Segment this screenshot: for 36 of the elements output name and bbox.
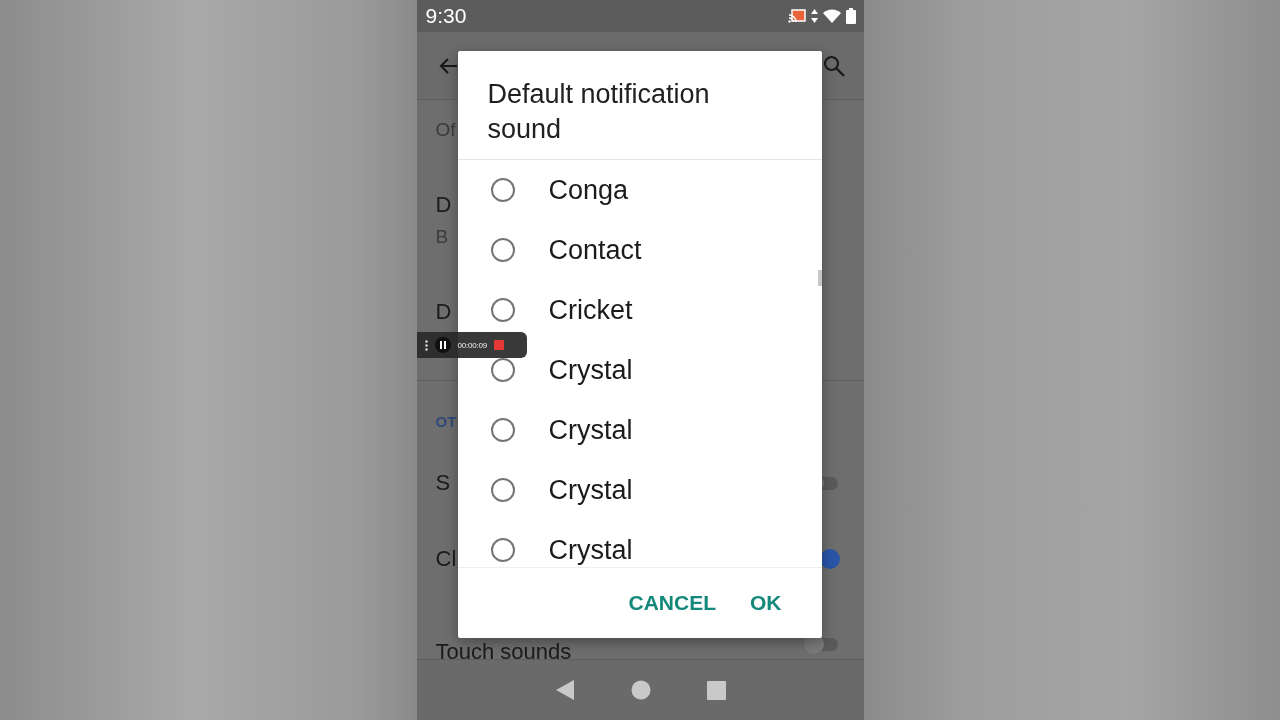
radio-button[interactable]	[490, 178, 515, 202]
battery-icon	[845, 8, 856, 24]
more-dots-icon[interactable]	[424, 339, 428, 351]
radio-button[interactable]	[490, 238, 515, 262]
home-circle-icon[interactable]	[630, 680, 651, 700]
radio-button[interactable]	[490, 298, 515, 322]
wifi-icon	[822, 9, 841, 23]
scrollbar[interactable]	[817, 270, 822, 286]
stop-icon[interactable]	[494, 340, 505, 350]
setting-title: D	[435, 192, 452, 218]
back-triangle-icon[interactable]	[554, 679, 575, 701]
radio-button[interactable]	[490, 478, 515, 502]
option-label[interactable]: Crystal	[548, 354, 633, 386]
pause-icon[interactable]	[434, 337, 451, 353]
option-label[interactable]: Cricket	[548, 294, 633, 326]
search-icon[interactable]	[821, 53, 846, 78]
recording-timer: 00:00:09	[457, 340, 488, 350]
cast-icon	[787, 8, 806, 24]
dialog-title: Default notification sound	[457, 51, 822, 160]
setting-title: D	[435, 299, 452, 325]
cancel-button[interactable]: CANCEL	[618, 583, 726, 623]
option-label[interactable]: Crystal	[548, 474, 633, 506]
option-label[interactable]: Contact	[548, 234, 642, 266]
option-label[interactable]: Crystal	[548, 534, 633, 566]
recents-square-icon[interactable]	[706, 680, 726, 700]
data-arrows-icon	[810, 9, 818, 23]
status-time: 9:30	[425, 4, 467, 28]
radio-button[interactable]	[490, 418, 515, 442]
option-label[interactable]: Crystal	[548, 414, 633, 446]
setting-title: Cl	[435, 546, 457, 572]
ok-button[interactable]: OK	[740, 583, 792, 623]
radio-button[interactable]	[490, 538, 515, 562]
section-header: OT	[435, 413, 457, 430]
setting-title: S	[435, 470, 451, 496]
option-label[interactable]: Conga	[548, 174, 629, 206]
setting-title: Touch sounds	[435, 639, 572, 659]
